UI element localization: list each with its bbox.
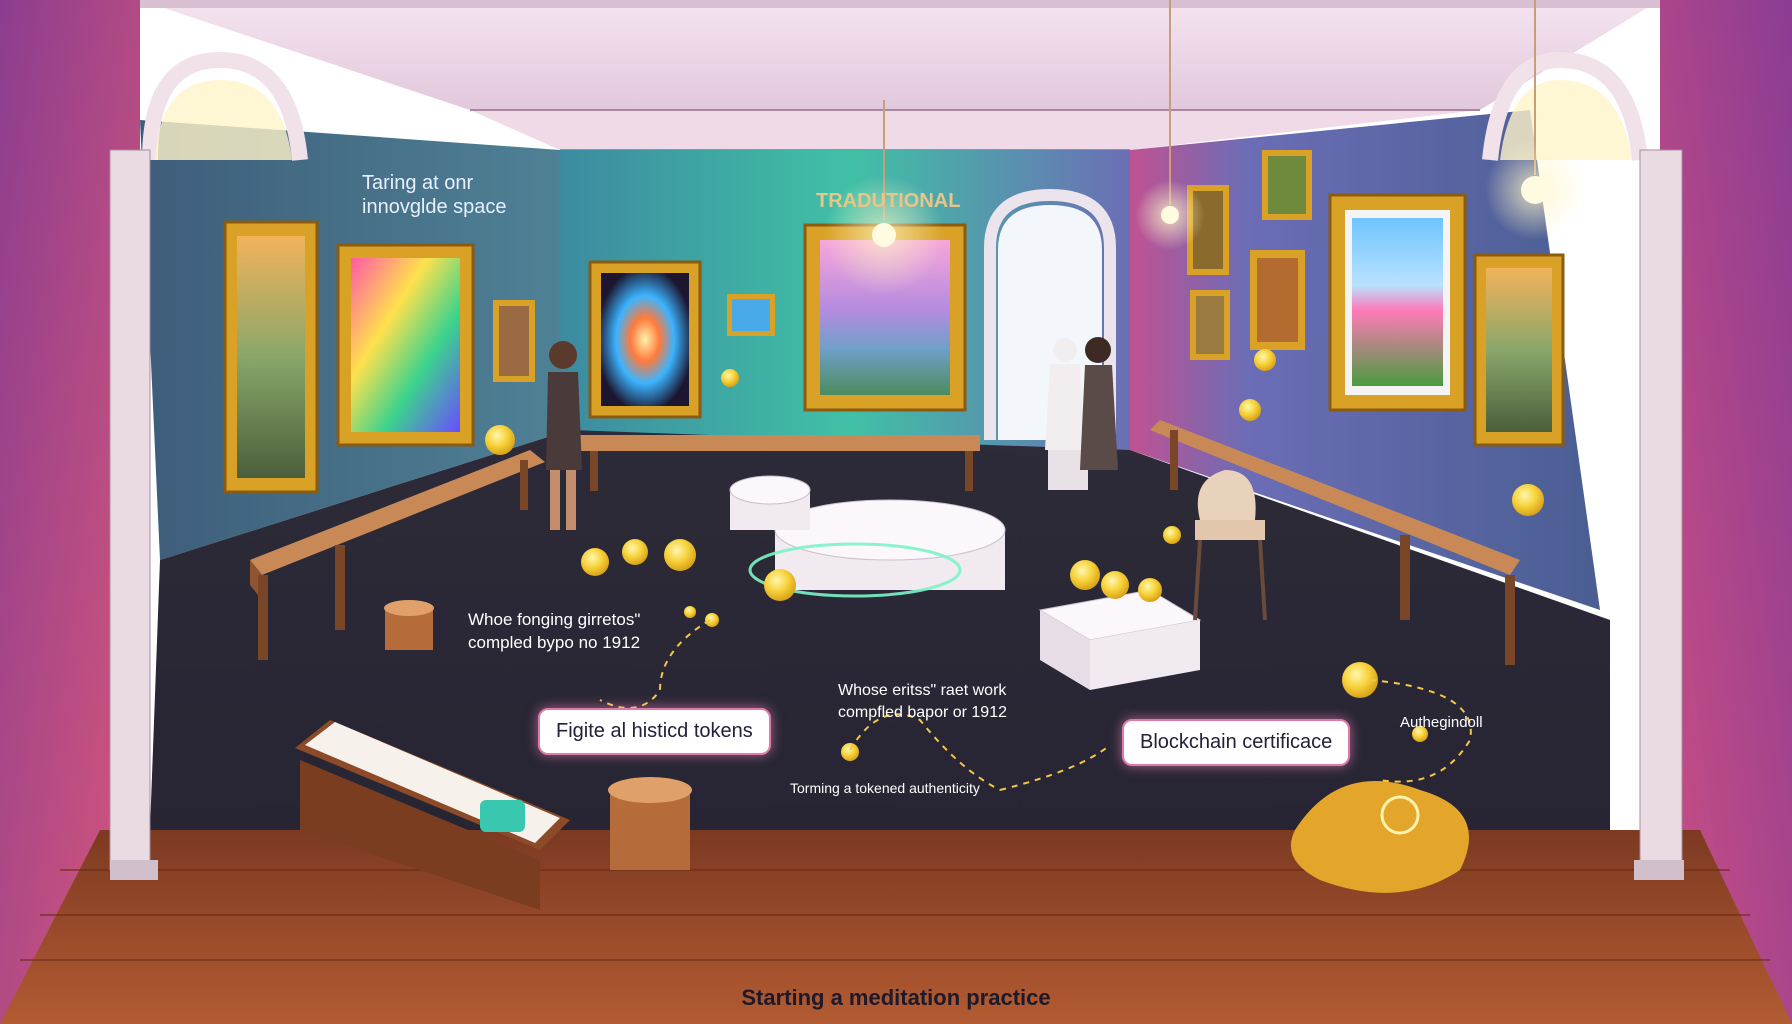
painting-landscape-left [223,220,319,494]
stool-back [384,600,434,650]
label-mid-center-line2: compfled bapor or 1912 [838,704,1007,721]
label-mid-center-line1: Whose eritss" raet work [838,682,1007,699]
pedestal-back [729,475,811,530]
painting-right-lower [1250,250,1305,350]
stool-front [608,777,692,870]
image-caption: Starting a meditation practice [741,985,1051,1010]
label-right-small: Authegindoll [1400,714,1483,731]
label-top-left-line1: Taring at onr [362,172,474,194]
bubble-blockchain-certificate: Blockchain certificace [1122,719,1351,766]
painting-small-sky [727,294,775,336]
gallery-scene [0,0,1792,1024]
painting-right-small-top [1262,150,1312,220]
label-mid-left-line1: Whoe fonging girretos" [468,610,641,629]
painting-small-left [493,300,535,382]
painting-right-small-low [1190,290,1230,360]
label-traditional: TRADUTIONAL [816,190,961,212]
painting-abstract-colorful [336,243,475,447]
label-bottom-center: Torming a tokened authenticity [790,780,980,796]
painting-sunset-right [1473,253,1565,447]
label-top-left-line2: innovglde space [362,196,507,218]
bubble-historic-tokens: Figite al histicd tokens [538,708,771,755]
label-mid-left-line2: compled bypo no 1912 [468,633,641,652]
painting-starburst [588,260,702,419]
ceiling [140,0,1660,110]
painting-flower-field [1328,193,1467,412]
